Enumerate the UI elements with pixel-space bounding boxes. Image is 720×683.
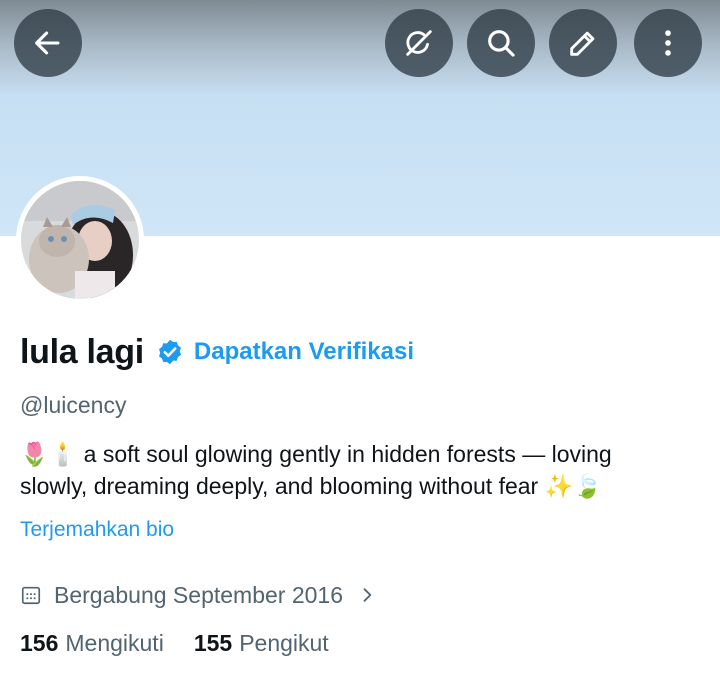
- get-verified-link[interactable]: Dapatkan Verifikasi: [194, 338, 414, 366]
- translate-bio-link[interactable]: Terjemahkan bio: [20, 518, 174, 542]
- bio-line: slowly, dreaming deeply, and blooming wi…: [20, 473, 602, 499]
- edit-button[interactable]: [549, 9, 617, 77]
- search-icon: [488, 30, 515, 57]
- profile-name-row: lula lagi Dapatkan Verifikasi: [20, 330, 414, 374]
- display-name: lula lagi: [20, 332, 144, 371]
- profile-bio: 🌷🕯️ a soft soul glowing gently in hidden…: [20, 438, 670, 502]
- grok-button[interactable]: [385, 9, 453, 77]
- following-link[interactable]: 156 Mengikuti: [20, 630, 164, 657]
- back-button[interactable]: [14, 9, 82, 77]
- following-count: 156: [20, 630, 59, 656]
- followers-label: Pengikut: [239, 630, 329, 656]
- join-date-row[interactable]: Bergabung September 2016: [20, 578, 377, 612]
- followers-count: 155: [193, 630, 233, 656]
- username-handle: @luicency: [20, 392, 127, 418]
- verified-badge-icon[interactable]: [156, 338, 184, 366]
- arrow-left-icon: [35, 31, 60, 55]
- bio-line: 🌷🕯️ a soft soul glowing gently in hidden…: [20, 441, 612, 467]
- follow-stats: 156 Mengikuti 155 Pengikut: [20, 630, 329, 657]
- join-date: Bergabung September 2016: [54, 581, 343, 608]
- pencil-icon: [570, 31, 595, 56]
- chevron-right-icon: [363, 588, 372, 602]
- calendar-icon: [21, 586, 41, 605]
- more-options-button[interactable]: [634, 9, 702, 77]
- vertical-dots-icon: [665, 30, 671, 56]
- avatar[interactable]: [16, 176, 144, 304]
- followers-link[interactable]: 155 Pengikut: [194, 630, 329, 657]
- following-label: Mengikuti: [65, 630, 164, 656]
- grok-icon: [406, 30, 432, 56]
- avatar-image: [21, 181, 139, 299]
- search-button[interactable]: [467, 9, 535, 77]
